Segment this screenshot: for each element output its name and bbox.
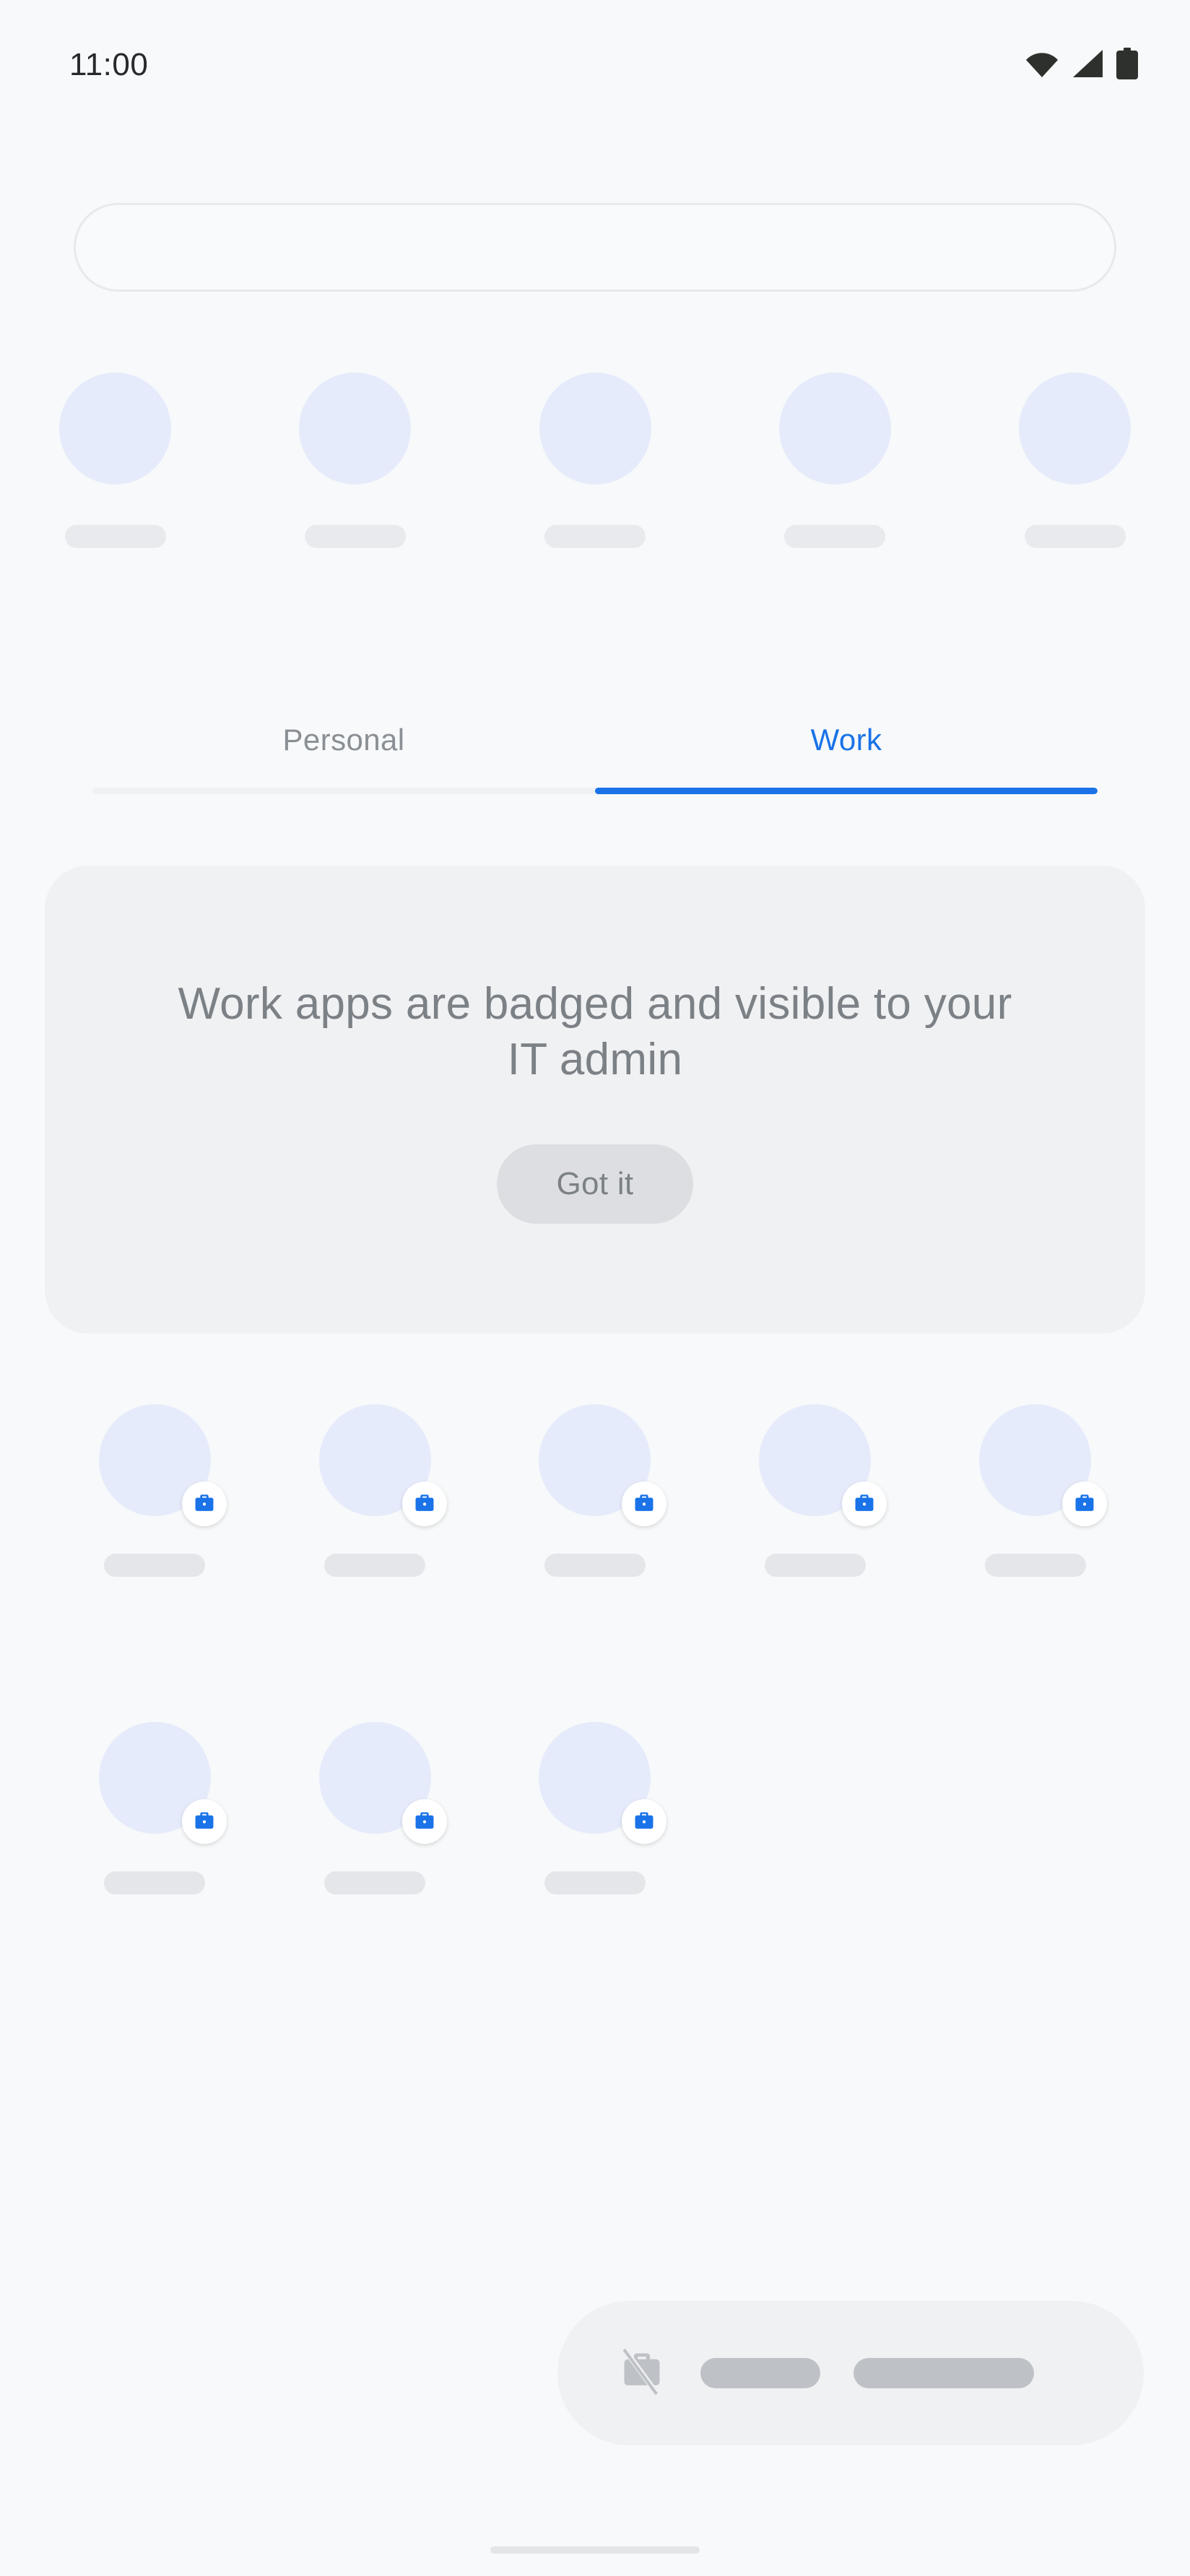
app-label-placeholder (304, 525, 406, 548)
work-profile-info-card: Work apps are badged and visible to your… (45, 866, 1145, 1333)
gesture-navigation-handle[interactable] (490, 2546, 700, 2554)
app-icon-placeholder (299, 373, 412, 484)
app-label-placeholder (544, 1871, 646, 1894)
work-app-icon (98, 1722, 227, 1844)
app-label-placeholder (544, 525, 646, 548)
app-item[interactable] (1004, 373, 1145, 582)
bottom-bar-label-placeholder-secondary (854, 2358, 1034, 2388)
work-app-item[interactable] (265, 1722, 485, 2040)
app-label-placeholder (1024, 525, 1126, 548)
tab-indicator-work (595, 788, 1098, 794)
battery-icon (1116, 48, 1138, 79)
app-item[interactable] (285, 373, 425, 582)
app-icon-placeholder (59, 373, 171, 484)
briefcase-icon (1062, 1481, 1108, 1526)
work-app-icon (98, 1404, 227, 1526)
app-label-placeholder (324, 1871, 426, 1894)
app-label-placeholder (784, 525, 886, 548)
search-input[interactable] (74, 203, 1116, 292)
profile-tabs: Personal Work (92, 697, 1098, 794)
work-apps-paused-icon (617, 2345, 667, 2401)
briefcase-icon (622, 1799, 667, 1844)
work-apps-row (45, 1404, 1145, 1722)
work-app-icon (539, 1404, 667, 1526)
app-icon-placeholder (778, 373, 891, 484)
work-app-item[interactable] (265, 1404, 485, 1722)
got-it-button[interactable]: Got it (497, 1144, 693, 1224)
briefcase-icon (401, 1799, 447, 1844)
app-item[interactable] (765, 373, 905, 582)
app-label-placeholder (544, 1554, 646, 1577)
tab-indicator-track (92, 788, 1098, 794)
briefcase-icon (181, 1799, 227, 1844)
app-label-placeholder (984, 1554, 1086, 1577)
briefcase-icon (181, 1481, 227, 1526)
work-apps-row (45, 1722, 1145, 2040)
app-label-placeholder (324, 1554, 426, 1577)
phone-screen: 11:00 Personal Work Work apps are badged… (0, 0, 1190, 2576)
work-app-item[interactable] (45, 1404, 265, 1722)
briefcase-icon (401, 1481, 447, 1526)
app-item[interactable] (45, 373, 186, 582)
tab-work[interactable]: Work (595, 697, 1098, 783)
recent-apps-row (45, 373, 1145, 582)
bottom-bar-label-placeholder-primary (700, 2358, 820, 2388)
app-item[interactable] (525, 373, 666, 582)
app-label-placeholder (64, 525, 166, 548)
work-app-icon (318, 1404, 447, 1526)
info-card-title: Work apps are badged and visible to your… (178, 978, 1012, 1085)
app-icon-placeholder (1019, 373, 1131, 484)
work-app-icon (318, 1722, 447, 1844)
app-label-placeholder (104, 1871, 206, 1894)
work-app-item[interactable] (485, 1404, 705, 1722)
briefcase-icon (842, 1481, 887, 1526)
work-app-icon (759, 1404, 887, 1526)
work-apps-grid (45, 1404, 1145, 2040)
work-app-icon (979, 1404, 1108, 1526)
work-app-item-empty (925, 1722, 1145, 2040)
app-label-placeholder (104, 1554, 206, 1577)
status-icon-group (1025, 48, 1138, 79)
work-app-item-empty (705, 1722, 925, 2040)
briefcase-icon (622, 1481, 667, 1526)
app-icon-placeholder (539, 373, 651, 484)
work-profile-toggle-bar[interactable] (557, 2301, 1144, 2445)
app-label-placeholder (764, 1554, 866, 1577)
work-app-item[interactable] (925, 1404, 1145, 1722)
wifi-icon (1025, 49, 1059, 78)
tab-personal[interactable]: Personal (92, 697, 595, 783)
work-app-icon (539, 1722, 667, 1844)
cellular-signal-icon (1072, 49, 1103, 78)
tab-indicator-personal (92, 788, 595, 794)
status-bar: 11:00 (0, 0, 1190, 127)
work-app-item[interactable] (485, 1722, 705, 2040)
work-app-item[interactable] (45, 1722, 265, 2040)
work-app-item[interactable] (705, 1404, 925, 1722)
status-clock: 11:00 (69, 47, 149, 82)
